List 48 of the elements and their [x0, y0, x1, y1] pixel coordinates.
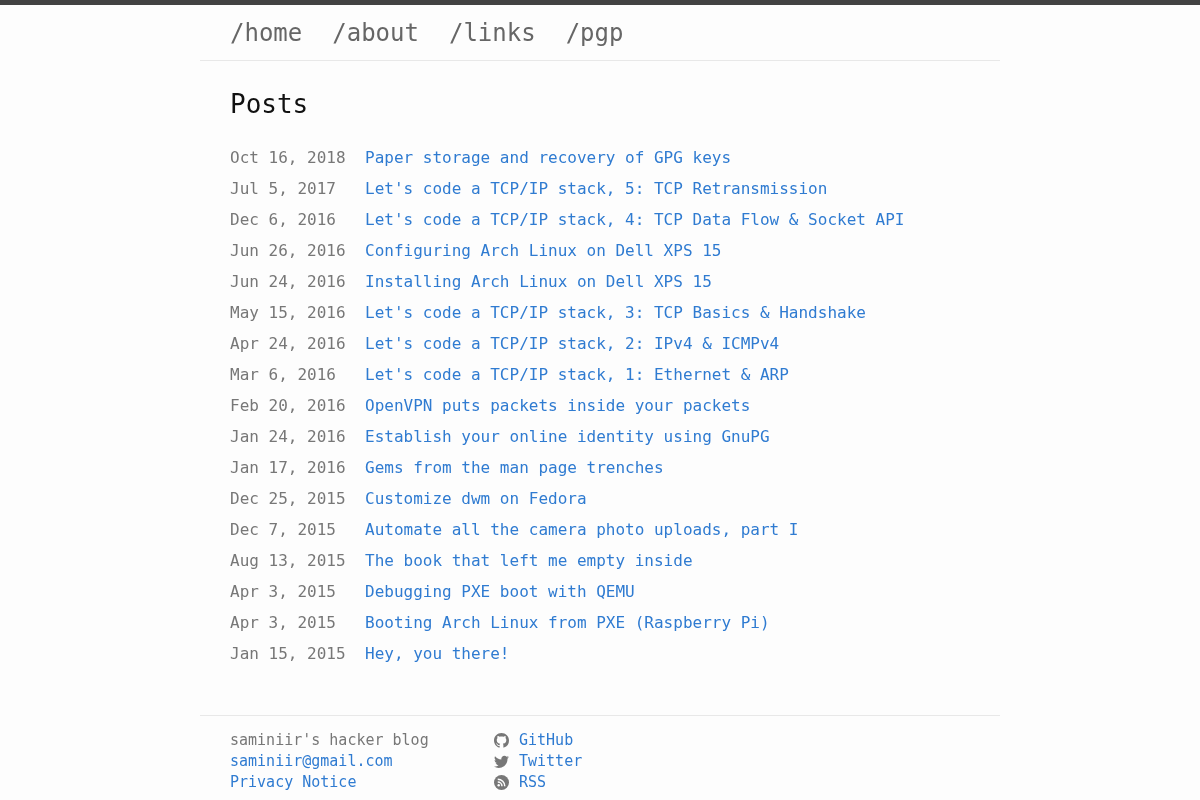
- post-date: Apr 3, 2015: [230, 581, 337, 603]
- post-date: Oct 16, 2018: [230, 147, 347, 169]
- post-link[interactable]: Customize dwm on Fedora: [365, 483, 587, 514]
- post-link[interactable]: Let's code a TCP/IP stack, 3: TCP Basics & Handshake: [365, 297, 866, 328]
- github-icon: [494, 733, 509, 748]
- nav-link[interactable]: /home: [230, 14, 303, 51]
- post-date: Jan 24, 2016: [230, 426, 347, 448]
- post-link[interactable]: Let's code a TCP/IP stack, 1: Ethernet & ARP: [365, 359, 789, 390]
- nav-link[interactable]: /pgp: [565, 14, 624, 51]
- post-date: Dec 7, 2015: [230, 519, 337, 541]
- post-date: Mar 6, 2016: [230, 364, 337, 386]
- post-link[interactable]: Gems from the man page trenches: [365, 452, 664, 483]
- post-date: Jul 5, 2017: [230, 178, 337, 200]
- post-link[interactable]: Installing Arch Linux on Dell XPS 15: [365, 266, 712, 297]
- post-date: Aug 13, 2015: [230, 550, 347, 572]
- post-link[interactable]: Let's code a TCP/IP stack, 2: IPv4 & ICMPv4: [365, 328, 780, 359]
- nav-link[interactable]: /about: [332, 14, 419, 51]
- footer-link[interactable]: saminiir@gmail.com: [230, 751, 393, 772]
- post-link[interactable]: Configuring Arch Linux on Dell XPS 15: [365, 235, 722, 266]
- post-link[interactable]: Booting Arch Linux from PXE (Raspberry Pi): [365, 607, 770, 638]
- nav-link[interactable]: /links: [448, 14, 536, 51]
- social-link[interactable]: Twitter: [519, 751, 583, 772]
- post-date: Dec 6, 2016: [230, 209, 337, 231]
- post-date: Jan 17, 2016: [230, 457, 347, 479]
- post-date: Apr 3, 2015: [230, 612, 337, 634]
- post-date: Apr 24, 2016: [230, 333, 347, 355]
- social-link[interactable]: GitHub: [519, 730, 574, 751]
- post-link[interactable]: Paper storage and recovery of GPG keys: [365, 142, 732, 173]
- post-date: May 15, 2016: [230, 302, 347, 324]
- post-date: Jun 26, 2016: [230, 240, 347, 262]
- post-link[interactable]: Debugging PXE boot with QEMU: [365, 576, 635, 607]
- blog-name: saminiir's hacker blog: [230, 730, 429, 751]
- post-date: Jan 15, 2015: [230, 643, 347, 665]
- post-link[interactable]: The book that left me empty inside: [365, 545, 693, 576]
- post-date: Dec 25, 2015: [230, 488, 347, 510]
- post-link[interactable]: Let's code a TCP/IP stack, 5: TCP Retransmission: [365, 173, 828, 204]
- bird-icon: [494, 755, 509, 768]
- rss-icon: [494, 775, 509, 790]
- page-heading: Posts: [230, 89, 309, 120]
- post-link[interactable]: Hey, you there!: [365, 638, 510, 669]
- post-link[interactable]: Let's code a TCP/IP stack, 4: TCP Data Flow & Socket API: [365, 204, 905, 235]
- post-date: Jun 24, 2016: [230, 271, 347, 293]
- post-date: Feb 20, 2016: [230, 395, 347, 417]
- footer-link[interactable]: Privacy Notice: [230, 772, 357, 793]
- social-link[interactable]: RSS: [519, 772, 547, 793]
- post-link[interactable]: Automate all the camera photo uploads, part I: [365, 514, 799, 545]
- post-link[interactable]: OpenVPN puts packets inside your packets: [365, 390, 751, 421]
- post-link[interactable]: Establish your online identity using GnuPG: [365, 421, 770, 452]
